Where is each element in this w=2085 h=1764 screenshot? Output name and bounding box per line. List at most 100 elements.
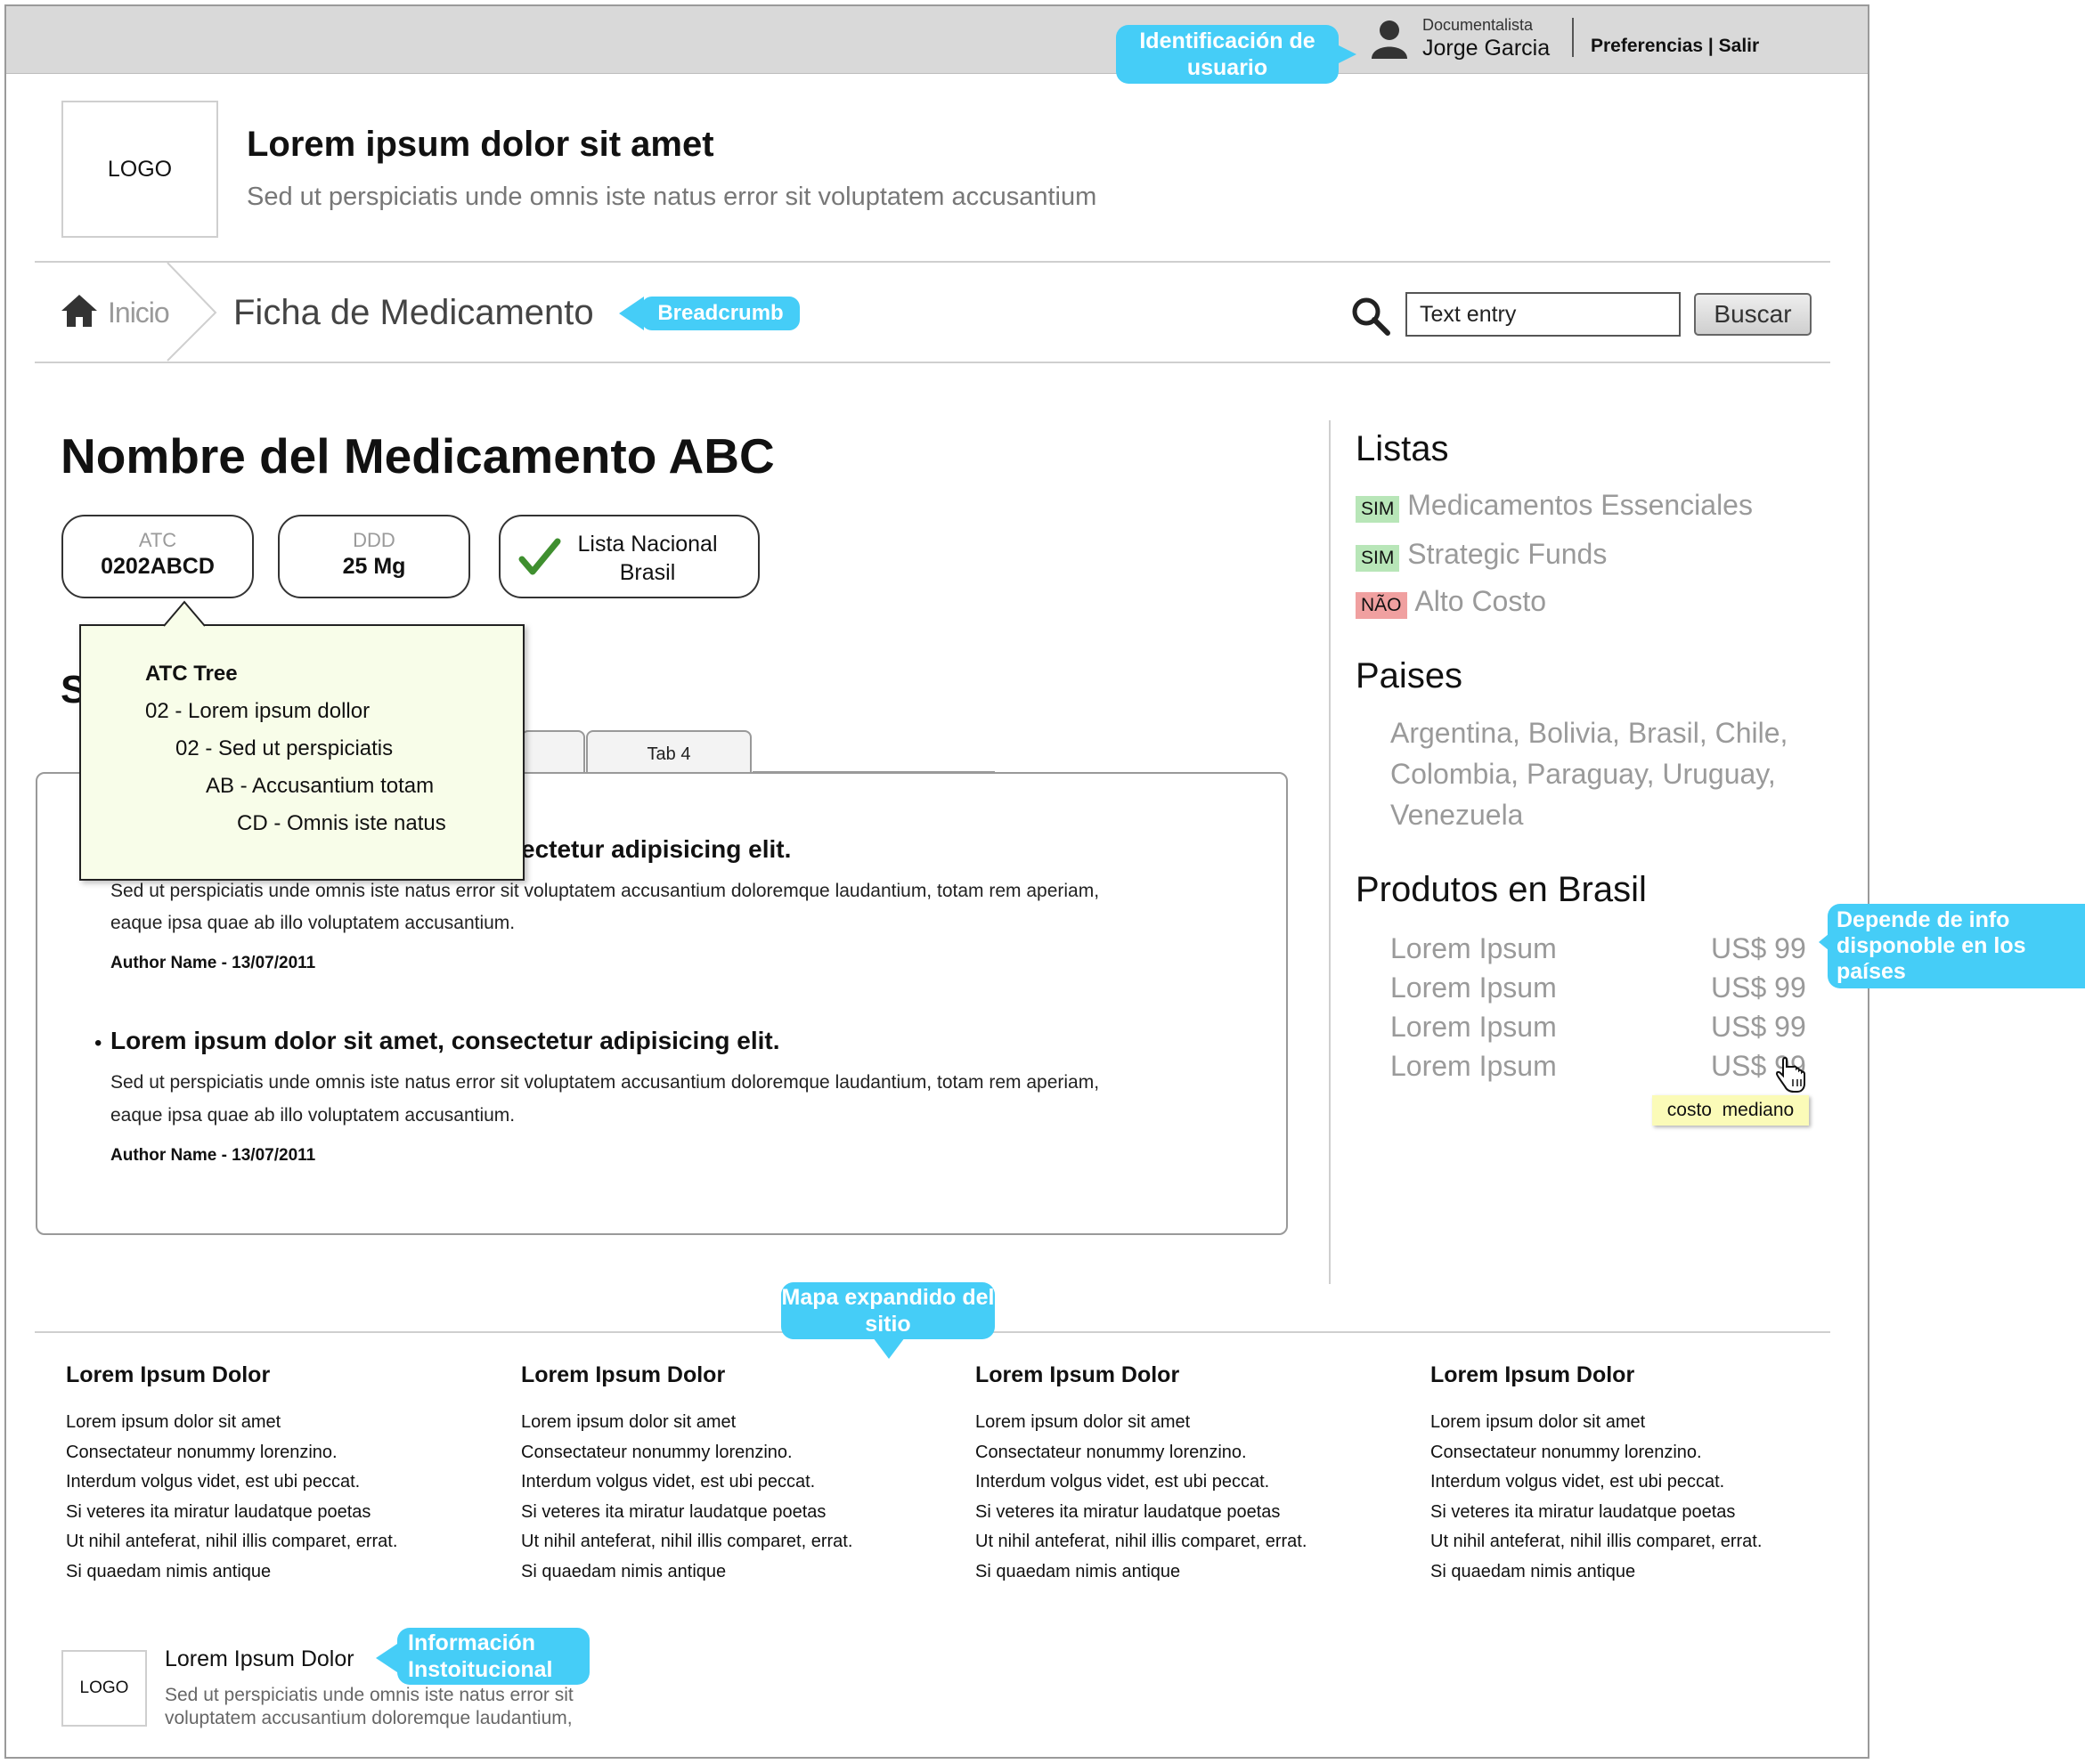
ddd-badge: DDD 25 Mg xyxy=(278,515,470,598)
paises-line: Argentina, Bolivia, Brasil, Chile, xyxy=(1390,717,1788,749)
article-1-title[interactable]: ectetur adipisicing elit. xyxy=(521,835,791,864)
sitemap-link[interactable]: Interdum volgus videt, est ubi peccat. xyxy=(975,1467,1385,1498)
producto-price: US$ 99 xyxy=(1711,932,1806,964)
search-button[interactable]: Buscar xyxy=(1694,293,1812,336)
sitemap-link[interactable]: Consectateur nonummy lorenzino. xyxy=(66,1438,476,1468)
sitemap-link[interactable]: Si veteres ita miratur laudatque poetas xyxy=(975,1498,1385,1528)
atc-tree-item[interactable]: CD - Omnis iste natus xyxy=(237,811,446,836)
atc-tree-item[interactable]: 02 - Lorem ipsum dollor xyxy=(145,699,370,724)
ddd-label: DDD xyxy=(353,529,395,551)
article-2-bullet: • xyxy=(94,1031,102,1055)
breadcrumb-callout: Breadcrumb xyxy=(641,297,800,330)
sitemap-link[interactable]: Si quaedam nimis antique xyxy=(975,1557,1385,1588)
site-title: Lorem ipsum dolor sit amet xyxy=(247,125,714,164)
paises-line: Colombia, Paraguay, Uruguay, xyxy=(1390,758,1776,790)
atc-tree-popover: ATC Tree 02 - Lorem ipsum dollor 02 - Se… xyxy=(79,624,525,881)
article-2-title[interactable]: Lorem ipsum dolor sit amet, consectetur … xyxy=(110,1027,780,1055)
atc-tree-item[interactable]: 02 - Sed ut perspiciatis xyxy=(175,736,393,761)
tab-4[interactable]: Tab 4 xyxy=(586,730,752,772)
sidebar-callout: Depende de info disponoble en los países xyxy=(1828,904,2085,988)
sitemap-link[interactable]: Lorem ipsum dolor sit amet xyxy=(1430,1408,1840,1438)
user-icon xyxy=(1372,20,1407,59)
footer-title: Lorem Ipsum Dolor xyxy=(165,1646,354,1671)
nav-divider xyxy=(35,362,1830,363)
sitemap-link[interactable]: Si veteres ita miratur laudatque poetas xyxy=(1430,1498,1840,1528)
sitemap-column-title: Lorem Ipsum Dolor xyxy=(521,1362,726,1387)
lista-tag: SIM xyxy=(1356,496,1400,523)
ddd-value: 25 Mg xyxy=(342,554,406,579)
lista-label: Alto Costo xyxy=(1414,585,1547,617)
footer-logo: LOGO xyxy=(61,1650,147,1727)
atc-value: 0202ABCD xyxy=(101,554,215,579)
sitemap-column-title: Lorem Ipsum Dolor xyxy=(975,1362,1180,1387)
lista-row[interactable]: SIM Medicamentos Essenciales xyxy=(1356,489,1753,523)
costo-tooltip: costo mediano xyxy=(1652,1095,1809,1126)
sitemap-link[interactable]: Interdum volgus videt, est ubi peccat. xyxy=(521,1467,931,1498)
home-icon[interactable] xyxy=(61,294,98,328)
sitemap-link[interactable]: Si quaedam nimis antique xyxy=(66,1557,476,1588)
producto-price: US$ 99 xyxy=(1711,1011,1806,1043)
producto-name[interactable]: Lorem Ipsum xyxy=(1390,1011,1557,1044)
sidebar-divider xyxy=(1329,420,1331,1284)
sitemap-column: Lorem Ipsum Dolor Lorem ipsum dolor sit … xyxy=(975,1362,1385,1587)
producto-name[interactable]: Lorem Ipsum xyxy=(1390,932,1557,965)
breadcrumb-current: Ficha de Medicamento xyxy=(233,293,594,332)
medicine-name: Nombre del Medicamento ABC xyxy=(61,428,775,484)
sitemap-link[interactable]: Consectateur nonummy lorenzino. xyxy=(1430,1438,1840,1468)
user-callout: Identificación de usuario xyxy=(1116,25,1339,84)
preferences-logout-links[interactable]: Preferencias | Salir xyxy=(1591,36,1759,57)
lista-nacional-badge: Lista Nacional Brasil xyxy=(499,515,760,598)
paises-line: Venezuela xyxy=(1390,799,1524,831)
lista-label: Strategic Funds xyxy=(1407,538,1608,570)
sitemap-callout-pointer xyxy=(873,1337,905,1359)
sitemap-link[interactable]: Si veteres ita miratur laudatque poetas xyxy=(521,1498,931,1528)
atc-badge[interactable]: ATC 0202ABCD xyxy=(61,515,254,598)
user-role: Documentalista xyxy=(1422,16,1534,34)
lista-line1: Lista Nacional xyxy=(577,532,718,557)
header-logo: LOGO xyxy=(61,101,218,238)
breadcrumb-separator xyxy=(167,263,217,362)
producto-name[interactable]: Lorem Ipsum xyxy=(1390,1050,1557,1083)
atc-tree-item[interactable]: AB - Accusantium totam xyxy=(206,774,434,799)
footer-text-line2: voluptatem accusantium doloremque laudan… xyxy=(165,1708,573,1728)
sitemap-link[interactable]: Consectateur nonummy lorenzino. xyxy=(521,1438,931,1468)
tab-3[interactable] xyxy=(521,730,585,772)
sitemap-link[interactable]: Lorem ipsum dolor sit amet xyxy=(975,1408,1385,1438)
article-1-body-line1: Sed ut perspiciatis unde omnis iste natu… xyxy=(110,881,1100,901)
producto-name[interactable]: Lorem Ipsum xyxy=(1390,971,1557,1004)
hand-cursor-icon xyxy=(1776,1056,1805,1093)
sitemap-column-title: Lorem Ipsum Dolor xyxy=(1430,1362,1635,1387)
lista-line2: Brasil xyxy=(619,560,676,585)
paises-title: Paises xyxy=(1356,656,1463,695)
sitemap-column: Lorem Ipsum Dolor Lorem ipsum dolor sit … xyxy=(521,1362,931,1587)
producto-price: US$ 99 xyxy=(1711,971,1806,1004)
user-name[interactable]: Jorge Garcia xyxy=(1422,36,1550,61)
atc-tree-title: ATC Tree xyxy=(145,662,238,686)
search-icon[interactable] xyxy=(1350,296,1391,337)
sitemap-link[interactable]: Ut nihil anteferat, nihil illis comparet… xyxy=(521,1527,931,1557)
sitemap-link[interactable]: Si quaedam nimis antique xyxy=(1430,1557,1840,1588)
sitemap-link[interactable]: Lorem ipsum dolor sit amet xyxy=(66,1408,476,1438)
lista-row[interactable]: NÃO Alto Costo xyxy=(1356,585,1546,619)
top-bar xyxy=(6,6,1868,74)
sitemap-link[interactable]: Interdum volgus videt, est ubi peccat. xyxy=(66,1467,476,1498)
lista-row[interactable]: SIM Strategic Funds xyxy=(1356,538,1607,572)
sitemap-link[interactable]: Interdum volgus videt, est ubi peccat. xyxy=(1430,1467,1840,1498)
sitemap-link[interactable]: Lorem ipsum dolor sit amet xyxy=(521,1408,931,1438)
lista-label: Medicamentos Essenciales xyxy=(1407,489,1753,521)
sitemap-link[interactable]: Ut nihil anteferat, nihil illis comparet… xyxy=(66,1527,476,1557)
sitemap-link[interactable]: Ut nihil anteferat, nihil illis comparet… xyxy=(1430,1527,1840,1557)
sitemap-column: Lorem Ipsum Dolor Lorem ipsum dolor sit … xyxy=(1430,1362,1840,1587)
site-subtitle: Sed ut perspiciatis unde omnis iste natu… xyxy=(247,183,1097,211)
article-2-body-line1: Sed ut perspiciatis unde omnis iste natu… xyxy=(110,1072,1100,1093)
search-input[interactable]: Text entry xyxy=(1405,292,1681,337)
sitemap-link[interactable]: Si veteres ita miratur laudatque poetas xyxy=(66,1498,476,1528)
sitemap-link[interactable]: Ut nihil anteferat, nihil illis comparet… xyxy=(975,1527,1385,1557)
breadcrumb-home[interactable]: Inicio xyxy=(108,297,170,329)
listas-title: Listas xyxy=(1356,429,1449,468)
sitemap-link[interactable]: Consectateur nonummy lorenzino. xyxy=(975,1438,1385,1468)
sitemap-link[interactable]: Si quaedam nimis antique xyxy=(521,1557,931,1588)
user-callout-pointer xyxy=(1337,45,1356,64)
footer-text-line1: Sed ut perspiciatis unde omnis iste natu… xyxy=(165,1685,574,1705)
atc-label: ATC xyxy=(138,529,177,551)
